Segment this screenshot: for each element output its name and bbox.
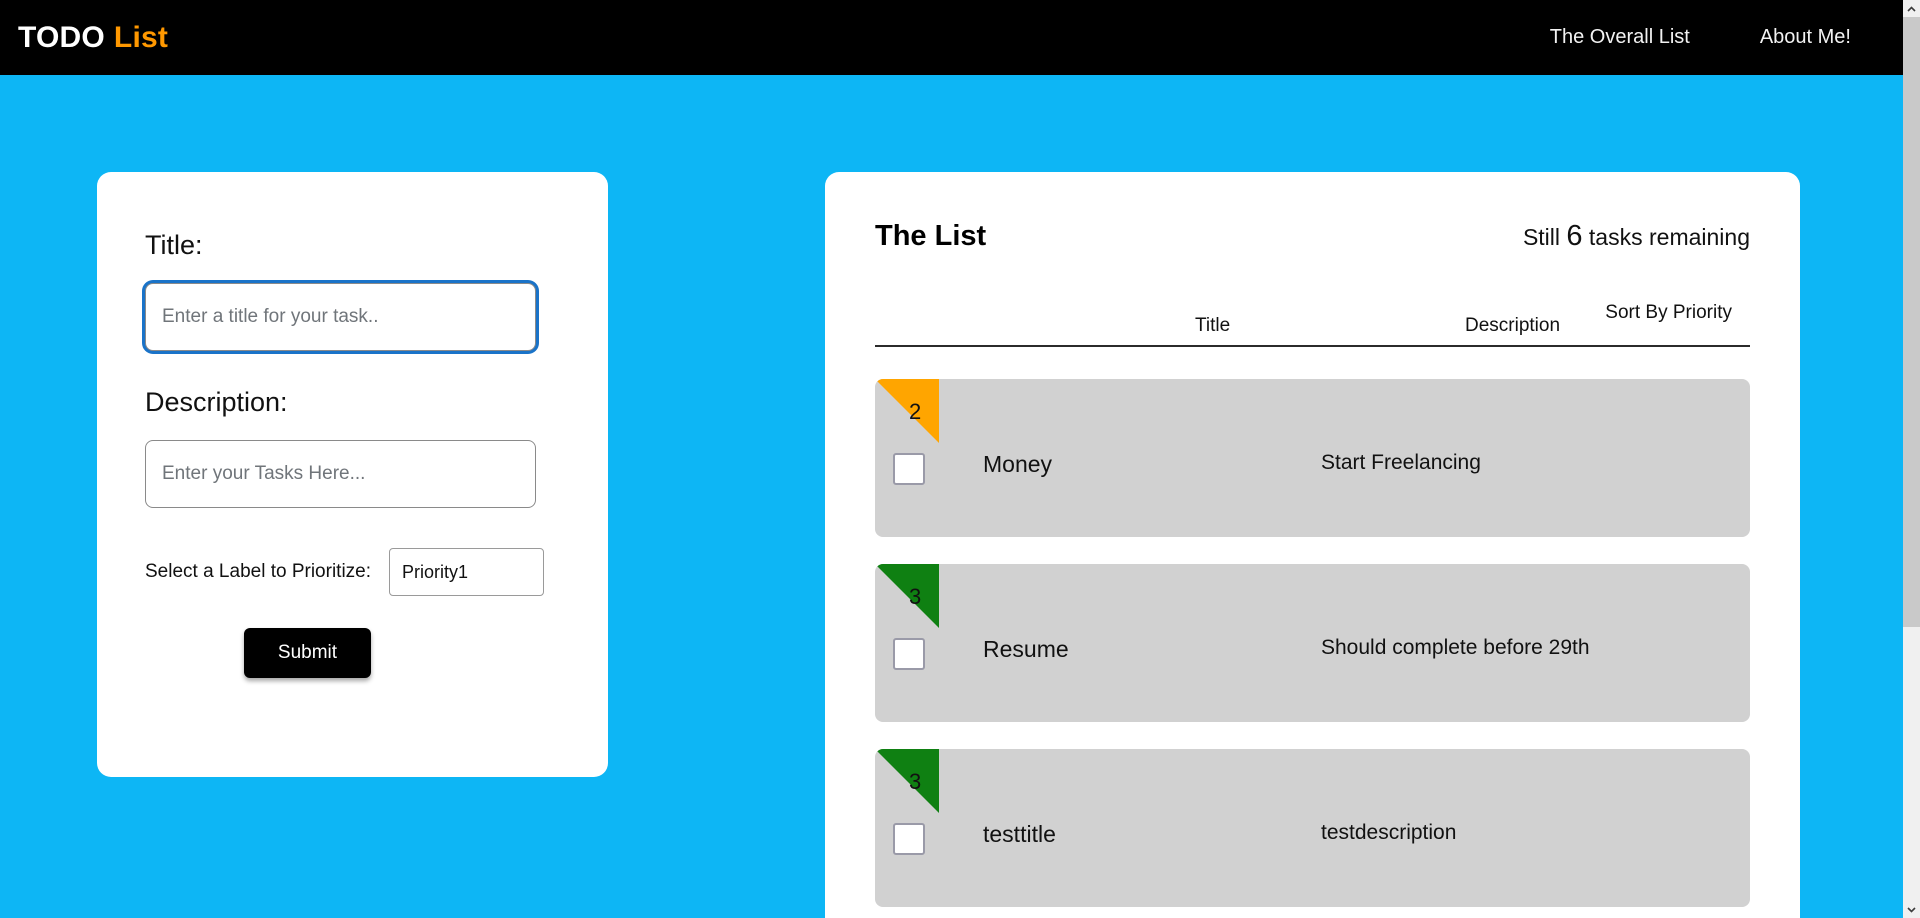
title-field-label: Title: <box>145 230 203 260</box>
submit-button[interactable]: Submit <box>243 628 372 678</box>
task-complete-checkbox[interactable] <box>893 823 925 855</box>
app-page: TODO List The Overall List About Me! Titl… <box>0 0 1903 918</box>
scrollbar-up-button[interactable] <box>1903 0 1920 17</box>
title-input[interactable] <box>145 283 536 351</box>
remaining-prefix: Still <box>1522 224 1560 250</box>
priority-label: Select a Label to Prioritize: <box>145 561 372 582</box>
sort-by-priority-button[interactable]: Sort By Priority <box>1605 302 1732 324</box>
task-row: 3 Resume Should complete before 29th <box>875 564 1750 722</box>
priority-triangle-icon <box>875 749 939 813</box>
description-input[interactable] <box>145 440 536 508</box>
priority-flag: 2 <box>875 379 939 443</box>
nav-link-overall-list[interactable]: The Overall List <box>1550 26 1690 49</box>
priority-triangle-icon <box>875 379 939 443</box>
brand-primary-text: TODO <box>18 20 105 54</box>
task-description: Should complete before 29th <box>1321 636 1590 659</box>
task-list: 2 Money Start Freelancing 3 Resume Should com… <box>875 379 1750 907</box>
brand-accent-text: List <box>113 20 169 54</box>
priority-triangle-icon <box>875 564 939 628</box>
remaining-suffix: tasks remaining <box>1588 224 1750 250</box>
tasks-remaining-status: Still 6 tasks remaining <box>1523 220 1750 253</box>
chevron-up-icon <box>1907 5 1916 12</box>
nav-link-about-me[interactable]: About Me! <box>1760 26 1851 49</box>
remaining-count: 6 <box>1566 220 1583 252</box>
task-title: Money <box>983 451 1053 477</box>
brand-logo[interactable]: TODO List <box>18 21 168 55</box>
task-title: Resume <box>983 636 1069 662</box>
priority-flag: 3 <box>875 564 939 628</box>
priority-flag: 3 <box>875 749 939 813</box>
task-row: 3 testtitle testdescription <box>875 749 1750 907</box>
chevron-down-icon <box>1907 906 1916 913</box>
priority-number: 3 <box>909 584 922 609</box>
priority-number: 2 <box>909 399 922 424</box>
task-list-card: The List Still 6 tasks remaining Title D… <box>825 172 1800 918</box>
vertical-scrollbar[interactable] <box>1903 0 1920 918</box>
top-navbar: TODO List The Overall List About Me! <box>0 0 1903 75</box>
priority-row: Select a Label to Prioritize: Priority1 <box>145 548 560 596</box>
column-header-description: Description <box>1465 315 1561 336</box>
submit-row: Submit <box>145 628 560 678</box>
task-title: testtitle <box>983 821 1056 847</box>
new-task-form-card: Title: Description: Select a Label to Pr… <box>97 172 608 777</box>
main-content: Title: Description: Select a Label to Pr… <box>0 75 1903 918</box>
task-description: testdescription <box>1321 821 1457 844</box>
column-headers: Title Description Sort By Priority <box>875 275 1750 347</box>
task-complete-checkbox[interactable] <box>893 638 925 670</box>
priority-select[interactable]: Priority1 <box>389 548 545 596</box>
priority-number: 3 <box>909 769 922 794</box>
form-spacer-1 <box>145 351 560 387</box>
task-description: Start Freelancing <box>1321 451 1481 474</box>
list-heading: The List <box>875 220 987 252</box>
list-header: The List Still 6 tasks remaining <box>875 220 1750 253</box>
nav-links: The Overall List About Me! <box>1550 26 1851 49</box>
scrollbar-thumb[interactable] <box>1903 17 1920 627</box>
task-row: 2 Money Start Freelancing <box>875 379 1750 537</box>
description-field-label: Description: <box>145 387 288 417</box>
scrollbar-down-button[interactable] <box>1903 901 1920 918</box>
column-header-title: Title <box>1195 315 1231 336</box>
task-complete-checkbox[interactable] <box>893 453 925 485</box>
